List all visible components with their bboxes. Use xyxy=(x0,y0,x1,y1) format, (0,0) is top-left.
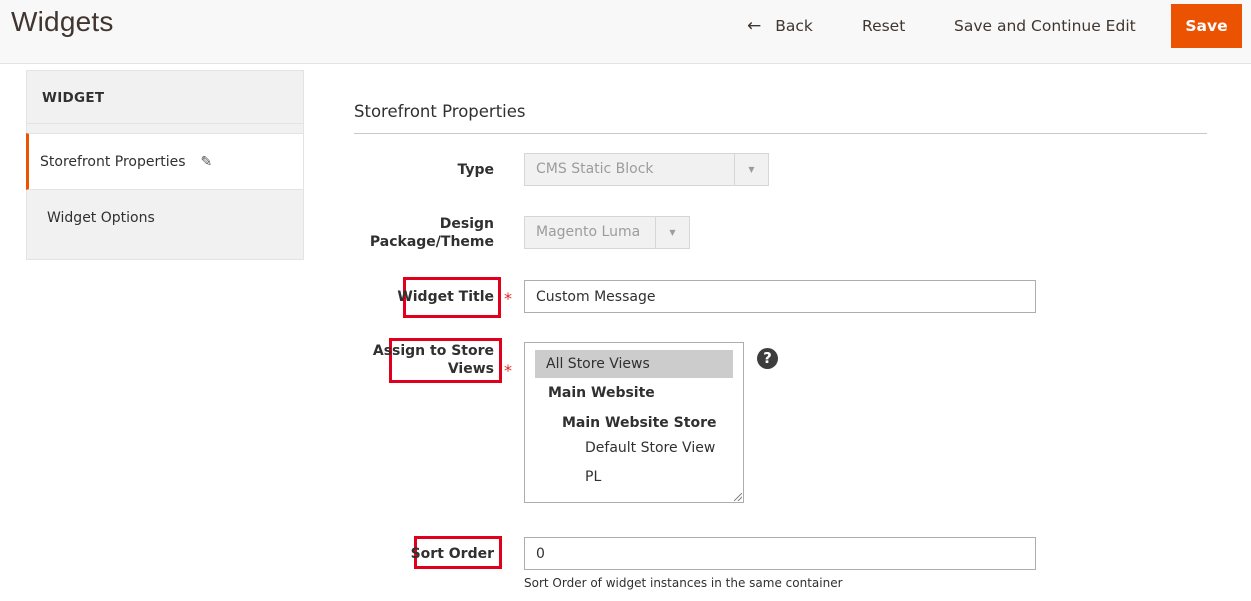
sidebar-item-storefront-properties[interactable]: Storefront Properties ✎ xyxy=(26,133,304,190)
page-header: Widgets ← Back Reset Save and Continue Ed… xyxy=(0,0,1251,64)
store-view-option-main-website-store[interactable]: Main Website Store xyxy=(562,415,716,431)
chevron-down-icon: ▼ xyxy=(655,217,689,248)
sidebar-spacer xyxy=(26,124,304,133)
sort-order-note: Sort Order of widget instances in the sa… xyxy=(524,576,843,590)
back-label: Back xyxy=(775,17,813,35)
sidebar-item-label: Widget Options xyxy=(47,210,155,226)
type-select[interactable]: CMS Static Block ▼ xyxy=(524,153,769,186)
required-marker: * xyxy=(504,361,512,380)
type-label: Type xyxy=(457,162,494,178)
sidebar-tabs: WIDGET Storefront Properties ✎ Widget Op… xyxy=(26,70,304,260)
sidebar-title: WIDGET xyxy=(26,70,304,124)
required-marker: * xyxy=(504,289,512,308)
sort-order-input[interactable] xyxy=(524,537,1036,570)
theme-label-line1: Design xyxy=(439,216,494,232)
widget-title-input[interactable] xyxy=(524,280,1036,313)
store-view-option-main-website[interactable]: Main Website xyxy=(548,385,655,401)
back-button[interactable]: ← Back xyxy=(747,4,813,48)
reset-button[interactable]: Reset xyxy=(862,4,905,48)
store-views-multiselect[interactable]: All Store Views Main Website Main Websit… xyxy=(524,342,744,503)
pencil-icon: ✎ xyxy=(200,153,213,170)
sidebar-item-label: Storefront Properties xyxy=(40,153,186,170)
store-view-option-all[interactable]: All Store Views xyxy=(535,350,733,378)
page-title: Widgets xyxy=(11,6,114,37)
theme-label-line2: Package/Theme xyxy=(369,234,494,250)
store-views-label: Assign to Store Views xyxy=(354,342,494,378)
store-views-label-line1: Assign to Store xyxy=(372,343,494,359)
section-divider xyxy=(354,133,1207,134)
theme-label: Design Package/Theme xyxy=(354,215,494,251)
save-and-continue-button[interactable]: Save and Continue Edit xyxy=(954,4,1136,48)
sidebar-item-widget-options[interactable]: Widget Options xyxy=(26,190,304,260)
arrow-left-icon: ← xyxy=(747,16,762,36)
resize-handle[interactable] xyxy=(734,493,742,501)
theme-select[interactable]: Magento Luma ▼ xyxy=(524,216,690,249)
store-view-option-pl[interactable]: PL xyxy=(585,469,601,485)
theme-select-value: Magento Luma xyxy=(536,224,641,240)
widget-title-label: Widget Title xyxy=(397,289,494,305)
store-view-option-default[interactable]: Default Store View xyxy=(585,440,715,456)
chevron-down-icon: ▼ xyxy=(734,154,768,185)
store-views-label-line2: Views xyxy=(447,361,494,377)
section-title: Storefront Properties xyxy=(354,102,526,121)
question-circle-icon[interactable]: ? xyxy=(757,348,778,369)
save-button[interactable]: Save xyxy=(1171,4,1242,48)
type-select-value: CMS Static Block xyxy=(536,161,654,177)
sort-order-label: Sort Order xyxy=(410,546,494,562)
